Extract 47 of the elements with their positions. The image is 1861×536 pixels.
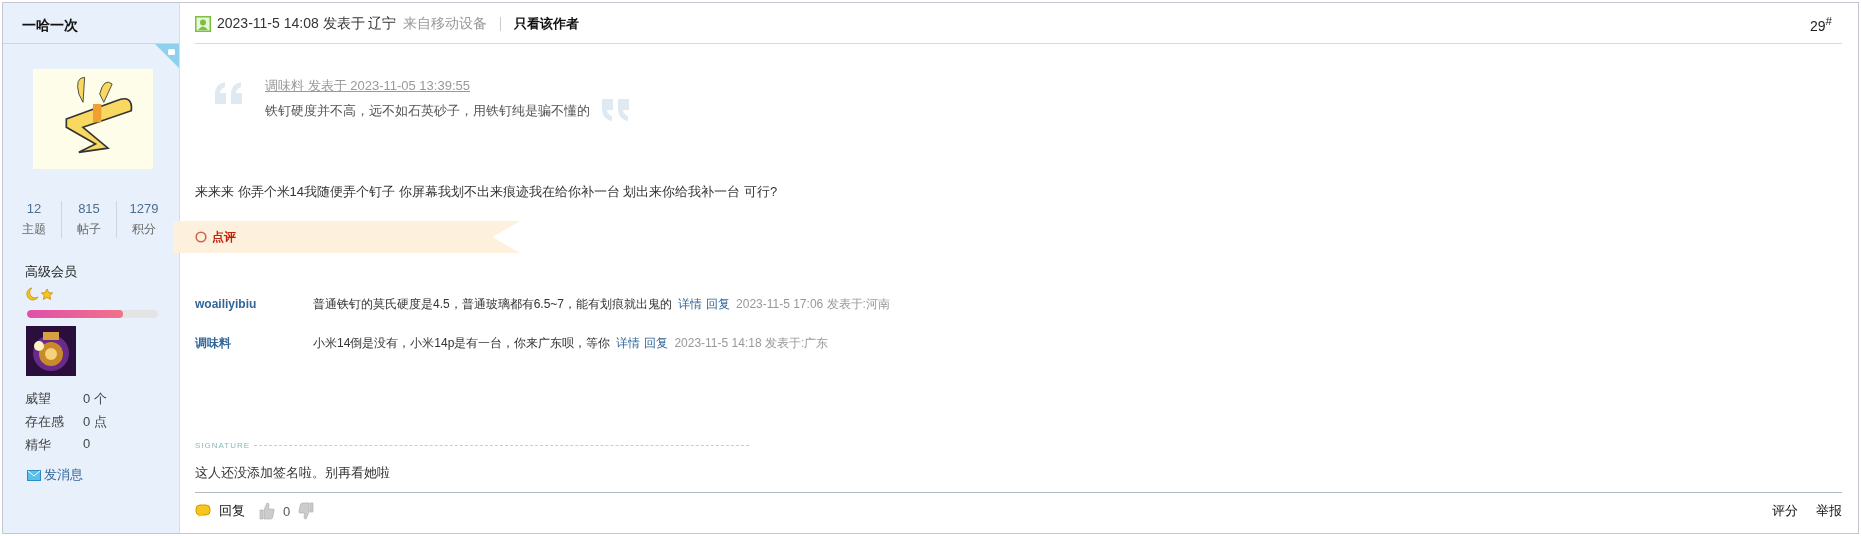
- info-label: 存在感: [25, 413, 65, 431]
- thumbs-down-icon[interactable]: [298, 502, 315, 520]
- only-author-link[interactable]: 只看该作者: [513, 15, 579, 33]
- close-quote-icon: [602, 99, 630, 121]
- comment-link[interactable]: 详情: [678, 296, 703, 313]
- stat-value[interactable]: 1279: [129, 201, 159, 216]
- stat-value[interactable]: 12: [26, 201, 42, 216]
- comment-meta: 2023-11-5 17:06 发表于:河南: [736, 296, 890, 313]
- comment-link[interactable]: 详情: [616, 335, 641, 352]
- device-label: 来自移动设备: [402, 15, 487, 33]
- comment-user[interactable]: 调味料: [195, 335, 313, 352]
- info-value: 0 个: [83, 390, 107, 408]
- post-body: 来来来 你弄个米14我随便弄个钉子 你屏幕我划不出来痕迹我在给你补一台 划出来你给我补一台 可行?: [195, 183, 779, 201]
- stat-label: 主题: [22, 221, 46, 238]
- like-count: 0: [283, 503, 291, 519]
- thumbs-up-icon[interactable]: [259, 502, 275, 520]
- user-icon: [195, 16, 211, 32]
- info-label: 威望: [25, 390, 52, 408]
- reply-link[interactable]: 回复: [219, 502, 245, 520]
- info-value: 0: [83, 436, 91, 453]
- circle-icon: [195, 231, 207, 243]
- open-quote-icon: [215, 82, 243, 104]
- quote-text: 铁钉硬度并不高，远不如石英砂子，用铁钉纯是骗不懂的: [265, 102, 590, 120]
- signature-text: 这人还没添加签名啦。别再看她啦: [195, 464, 1842, 493]
- info-value: 0 点: [83, 413, 107, 431]
- moon-star-icon: [25, 287, 55, 301]
- comment-link[interactable]: 回复: [706, 296, 731, 313]
- info-label: 精华: [25, 436, 52, 454]
- comment-text: 普通铁钉的莫氏硬度是4.5，普通玻璃都有6.5~7，能有划痕就出鬼的: [313, 296, 673, 313]
- comment-user[interactable]: woailiyibiu: [195, 297, 313, 311]
- comment-meta: 2023-11-5 14:18 发表于:广东: [674, 335, 829, 352]
- comment-text: 小米14倒是没有，小米14p是有一台，你来广东呗，等你: [313, 335, 611, 352]
- post-time: 2023-11-5 14:08 发表于 辽宁: [217, 15, 397, 33]
- stat-label: 帖子: [77, 221, 101, 238]
- stat-value[interactable]: 815: [78, 201, 100, 216]
- floor-number[interactable]: 29$^{#}$: [1809, 14, 1842, 34]
- comment-link[interactable]: 回复: [644, 335, 669, 352]
- user-group[interactable]: 高级会员: [25, 263, 179, 281]
- stat-label: 积分: [132, 221, 156, 238]
- footer-action-link[interactable]: 举报: [1816, 502, 1842, 520]
- comment-tab-label: 点评: [212, 228, 236, 246]
- mail-icon: [27, 469, 41, 481]
- signature-label: SIGNATURE: [195, 441, 251, 450]
- send-message-link[interactable]: 发消息: [27, 466, 179, 484]
- android-badge-icon: [155, 44, 179, 68]
- speech-bubble-icon: [195, 504, 211, 518]
- footer-action-link[interactable]: 评分: [1772, 502, 1798, 520]
